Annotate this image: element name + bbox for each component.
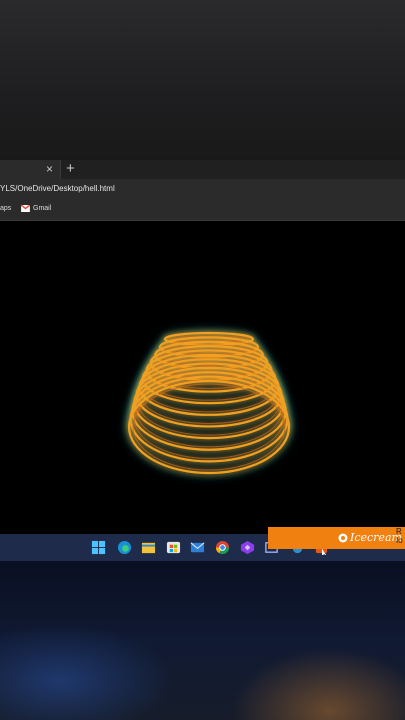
tab-close-icon[interactable]: × bbox=[46, 161, 53, 178]
blurred-background-bottom bbox=[0, 561, 405, 720]
windows-start-icon[interactable] bbox=[91, 540, 106, 555]
new-tab-button[interactable]: + bbox=[66, 160, 75, 178]
browser-tab[interactable]: × bbox=[0, 160, 61, 179]
url-text[interactable]: YLS/OneDrive/Desktop/hell.html bbox=[0, 182, 115, 196]
spring-animation bbox=[125, 329, 293, 477]
page-viewport bbox=[0, 221, 405, 534]
bookmark-gmail[interactable]: Gmail bbox=[21, 203, 51, 215]
address-bar[interactable]: YLS/OneDrive/Desktop/hell.html bbox=[0, 179, 405, 199]
promo-text: Icecream bbox=[350, 531, 402, 544]
file-explorer-icon[interactable] bbox=[141, 540, 156, 555]
bookmarks-bar: aps Gmail bbox=[0, 199, 405, 221]
bookmark-maps[interactable]: aps bbox=[0, 203, 11, 215]
app-purple-icon[interactable] bbox=[240, 540, 255, 555]
blurred-background-top bbox=[0, 0, 405, 160]
promo-side-line1: R bbox=[396, 527, 402, 536]
mail-icon[interactable] bbox=[190, 540, 205, 555]
gmail-icon bbox=[21, 204, 30, 212]
bookmark-maps-label: aps bbox=[0, 205, 12, 212]
edge-icon[interactable] bbox=[117, 540, 132, 555]
chrome-icon[interactable] bbox=[215, 540, 230, 555]
store-icon[interactable] bbox=[166, 540, 181, 555]
browser-tab-bar: × + bbox=[0, 160, 405, 179]
promo-side-text: R Io bbox=[396, 527, 403, 545]
icecream-promo-banner[interactable]: Icecream R Io bbox=[268, 527, 405, 549]
promo-side-line2: Io bbox=[396, 536, 403, 545]
bookmark-gmail-label: Gmail bbox=[33, 205, 52, 212]
promo-icon bbox=[338, 533, 348, 543]
